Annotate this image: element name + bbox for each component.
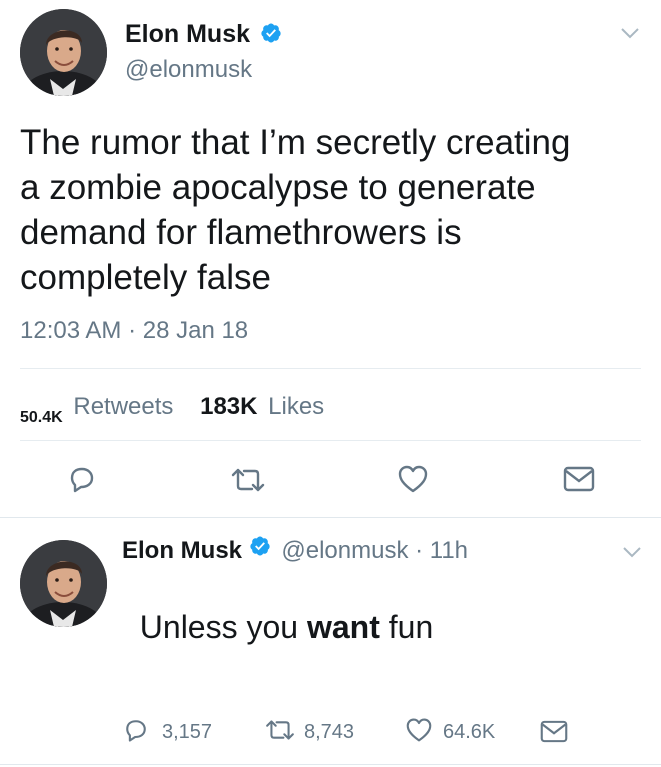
retweets-stat[interactable]: 50.4K Retweets (20, 393, 180, 426)
reply-author-name[interactable]: Elon Musk (122, 537, 242, 564)
retweet-icon (264, 718, 296, 747)
direct-message-icon[interactable] (540, 720, 568, 748)
tweet-text-line: completely false (20, 258, 271, 297)
like-icon (405, 717, 433, 748)
like-count: 64.6K (443, 720, 496, 743)
main-tweet-text: The rumor that I’m secretly creating a z… (20, 120, 650, 300)
bottom-divider (0, 764, 661, 765)
reply-tweet-text: Unless you want fun (122, 572, 433, 646)
reply-text-prefix: Unless you (139, 609, 307, 645)
reply-author-row: Elon Musk @elonmusk · 11h (122, 535, 468, 565)
likes-stat[interactable]: 183K Likes (200, 393, 324, 420)
main-author-row: Elon Musk (125, 20, 282, 50)
section-divider (0, 517, 661, 518)
reply-text-bold: want (306, 609, 380, 645)
reply-retweet-action[interactable]: 8,743 (264, 716, 354, 748)
verified-badge-icon (260, 22, 282, 49)
main-handle[interactable]: @elonmusk (125, 56, 252, 84)
main-author-name[interactable]: Elon Musk (125, 20, 250, 48)
tweet-text-line: demand for flamethrowers is (20, 213, 462, 252)
likes-count: 183K (200, 393, 258, 420)
retweets-count: 50.4K (20, 409, 63, 426)
retweet-count: 8,743 (304, 720, 355, 743)
tweet-text-line: a zombie apocalypse to generate (20, 168, 536, 207)
retweet-icon[interactable] (230, 466, 266, 494)
verified-badge-icon (249, 535, 271, 564)
reply-avatar[interactable] (20, 540, 107, 627)
divider (20, 440, 641, 441)
chevron-down-icon[interactable] (620, 26, 640, 45)
reply-icon (122, 716, 150, 749)
likes-label: Likes (268, 393, 325, 420)
reply-text-suffix: fun (379, 609, 434, 645)
reply-count: 3,157 (162, 720, 213, 743)
direct-message-icon[interactable] (563, 466, 595, 492)
retweets-label: Retweets (73, 393, 174, 420)
reply-reply-action[interactable]: 3,157 (122, 716, 212, 748)
reply-handle-time[interactable]: @elonmusk · 11h (281, 537, 468, 564)
divider (20, 368, 641, 369)
tweet-text-line: The rumor that I’m secretly creating (20, 123, 571, 162)
reply-icon[interactable] (66, 463, 98, 495)
main-timestamp[interactable]: 12:03 AM · 28 Jan 18 (20, 317, 248, 345)
main-avatar[interactable] (20, 9, 107, 96)
reply-like-action[interactable]: 64.6K (405, 716, 495, 748)
engagement-stats: 50.4K Retweets 183K Likes (20, 393, 324, 427)
like-icon[interactable] (397, 464, 429, 494)
chevron-down-icon[interactable] (622, 545, 642, 564)
